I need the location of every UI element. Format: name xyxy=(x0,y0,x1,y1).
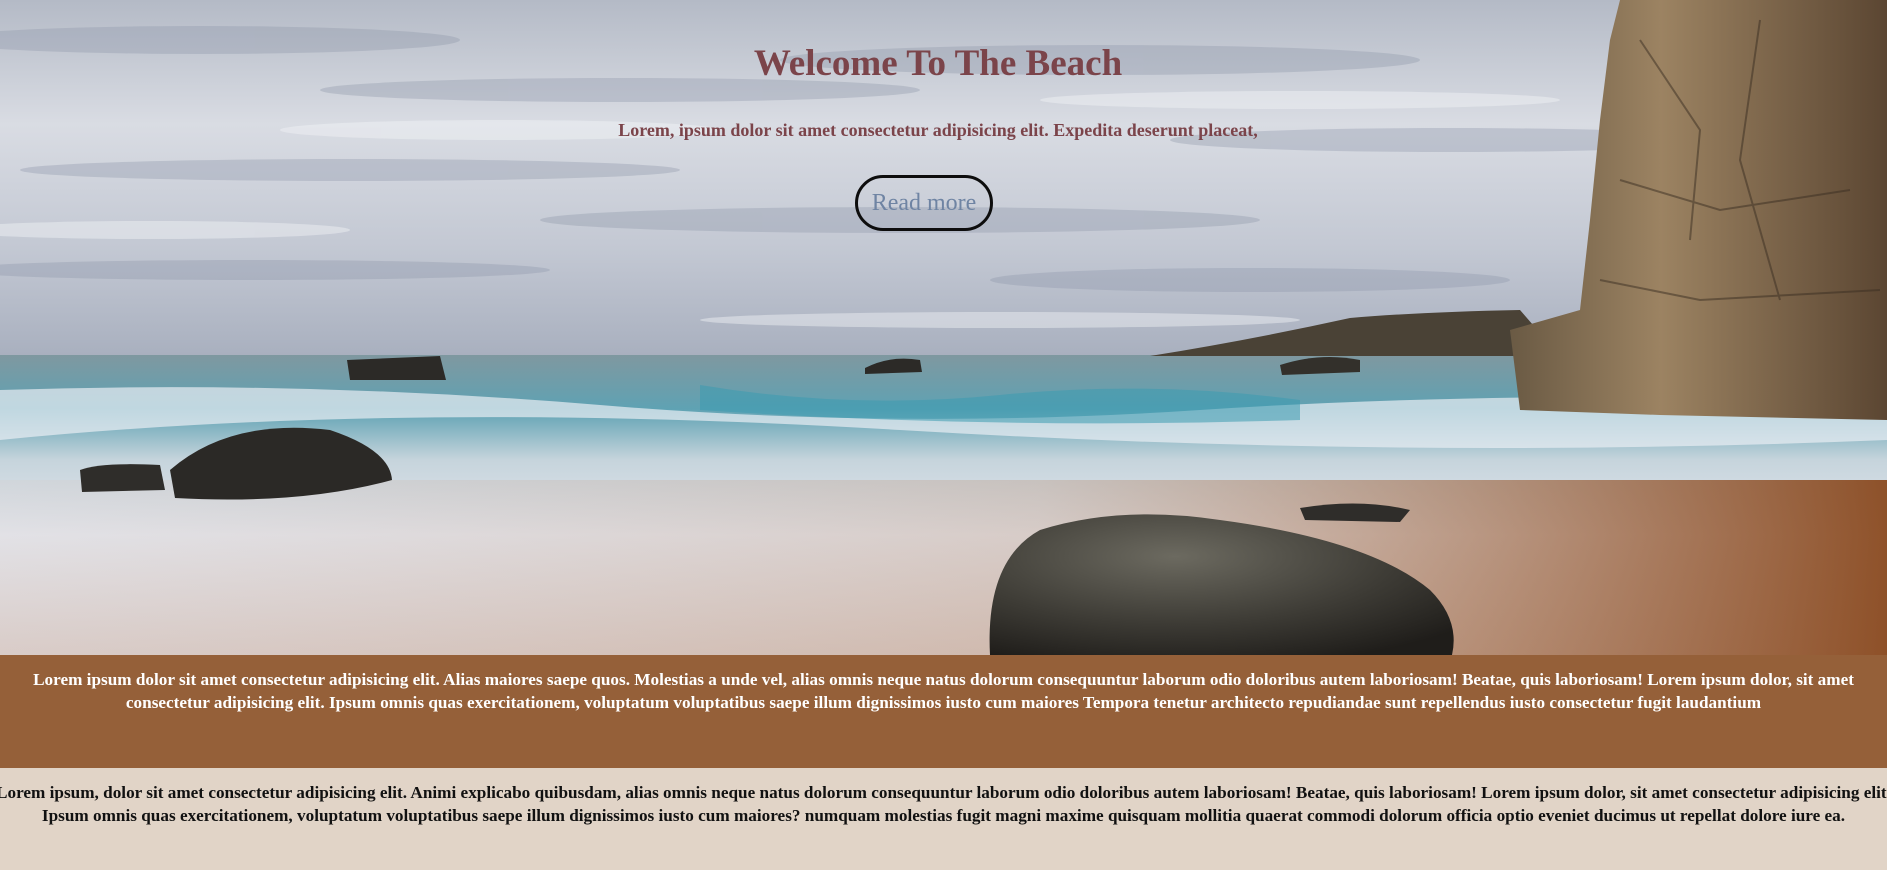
brown-section-paragraph: Lorem ipsum dolor sit amet consectetur a… xyxy=(33,670,1854,712)
read-more-button[interactable]: Read more xyxy=(855,175,993,231)
beige-text-section: Lorem ipsum, dolor sit amet consectetur … xyxy=(0,768,1887,870)
hero-subtitle: Lorem, ipsum dolor sit amet consectetur … xyxy=(618,120,1258,140)
beach-background-image xyxy=(0,0,1887,655)
hero-section: Welcome To The Beach Lorem, ipsum dolor … xyxy=(0,0,1887,655)
hero-title: Welcome To The Beach xyxy=(753,43,1123,84)
beige-section-paragraph: Lorem ipsum, dolor sit amet consectetur … xyxy=(0,783,1887,825)
brown-text-section: Lorem ipsum dolor sit amet consectetur a… xyxy=(0,655,1887,768)
